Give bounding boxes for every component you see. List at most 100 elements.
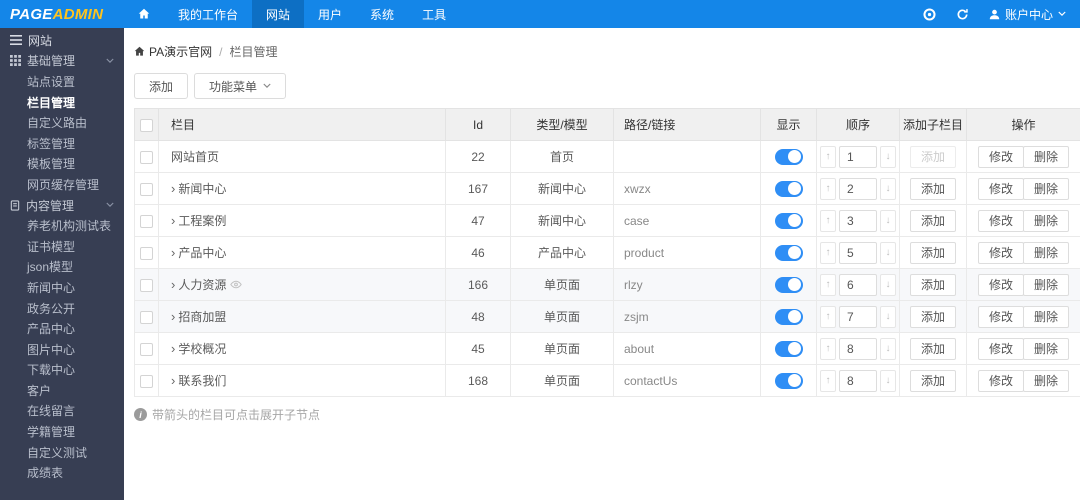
edit-button[interactable]: 修改 — [977, 209, 1024, 232]
display-toggle[interactable] — [774, 180, 803, 197]
nav-item-tools[interactable]: 工具 — [408, 0, 460, 28]
order-input[interactable] — [839, 273, 877, 296]
sidebar-item-certificate-model[interactable]: 证书模型 — [0, 236, 124, 257]
nav-item-website[interactable]: 网站 — [252, 0, 305, 28]
sidebar-item-customers[interactable]: 客户 — [0, 380, 124, 401]
add-child-button[interactable]: 添加 — [909, 177, 956, 200]
expand-arrow-icon[interactable]: › — [171, 213, 175, 228]
order-up-button[interactable]: ↑ — [820, 177, 836, 200]
order-up-button[interactable]: ↑ — [820, 369, 836, 392]
add-child-button[interactable]: 添加 — [909, 305, 956, 328]
expand-arrow-icon[interactable]: › — [171, 373, 175, 388]
nav-item-system[interactable]: 系统 — [356, 0, 408, 28]
edit-button[interactable]: 修改 — [977, 177, 1024, 200]
sidebar-item-download-center[interactable]: 下载中心 — [0, 360, 124, 381]
delete-button[interactable]: 删除 — [1023, 305, 1070, 328]
add-child-button[interactable]: 添加 — [909, 209, 956, 232]
sidebar-item-page-cache-management[interactable]: 网页缓存管理 — [0, 174, 124, 195]
app-logo[interactable]: PAGE ADMIN — [0, 0, 124, 28]
sidebar-item-product-center[interactable]: 产品中心 — [0, 318, 124, 339]
nav-item-workbench[interactable]: 我的工作台 — [164, 0, 252, 28]
order-input[interactable] — [839, 241, 877, 264]
delete-button[interactable]: 删除 — [1023, 273, 1070, 296]
sidebar-item-elderly-test-table[interactable]: 养老机构测试表 — [0, 215, 124, 236]
delete-button[interactable]: 删除 — [1023, 209, 1070, 232]
sidebar-item-template-management[interactable]: 模板管理 — [0, 154, 124, 175]
breadcrumb-site[interactable]: PA演示官网 — [149, 43, 212, 60]
add-child-button[interactable]: 添加 — [909, 369, 956, 392]
sidebar-item-online-messages[interactable]: 在线留言 — [0, 401, 124, 422]
order-up-button[interactable]: ↑ — [820, 241, 836, 264]
sidebar-item-image-center[interactable]: 图片中心 — [0, 339, 124, 360]
edit-button[interactable]: 修改 — [977, 305, 1024, 328]
sidebar-item-student-records[interactable]: 学籍管理 — [0, 421, 124, 442]
globe-icon[interactable] — [923, 7, 936, 21]
display-toggle[interactable] — [774, 212, 803, 229]
sidebar-group-basic-management[interactable]: 基础管理 — [0, 51, 124, 72]
sidebar-item-json-model[interactable]: json模型 — [0, 257, 124, 278]
add-child-button[interactable]: 添加 — [909, 241, 956, 264]
display-toggle[interactable] — [774, 244, 803, 261]
sidebar-item-tag-management[interactable]: 标签管理 — [0, 133, 124, 154]
order-down-button[interactable]: ↓ — [880, 241, 896, 264]
display-toggle[interactable] — [774, 372, 803, 389]
order-input[interactable] — [839, 369, 877, 392]
delete-button[interactable]: 删除 — [1023, 145, 1070, 168]
order-down-button[interactable]: ↓ — [880, 273, 896, 296]
order-up-button[interactable]: ↑ — [820, 145, 836, 168]
edit-button[interactable]: 修改 — [977, 337, 1024, 360]
sidebar-item-news-center[interactable]: 新闻中心 — [0, 277, 124, 298]
add-child-button[interactable]: 添加 — [909, 273, 956, 296]
display-toggle[interactable] — [774, 276, 803, 293]
row-checkbox[interactable] — [140, 150, 153, 164]
order-input[interactable] — [839, 305, 877, 328]
add-child-button[interactable]: 添加 — [909, 337, 956, 360]
delete-button[interactable]: 删除 — [1023, 177, 1070, 200]
function-menu-button[interactable]: 功能菜单 — [194, 73, 287, 99]
add-button[interactable]: 添加 — [134, 73, 189, 99]
expand-arrow-icon[interactable]: › — [171, 181, 175, 196]
expand-arrow-icon[interactable]: › — [171, 245, 175, 260]
sidebar-item-column-management[interactable]: 栏目管理 — [0, 92, 124, 113]
order-input[interactable] — [839, 145, 877, 168]
order-up-button[interactable]: ↑ — [820, 305, 836, 328]
order-input[interactable] — [839, 209, 877, 232]
order-up-button[interactable]: ↑ — [820, 337, 836, 360]
edit-button[interactable]: 修改 — [977, 241, 1024, 264]
display-toggle[interactable] — [774, 308, 803, 325]
order-up-button[interactable]: ↑ — [820, 209, 836, 232]
sidebar-item-site-settings[interactable]: 站点设置 — [0, 71, 124, 92]
row-checkbox[interactable] — [140, 374, 153, 388]
select-all-checkbox[interactable] — [140, 118, 153, 132]
nav-item-users[interactable]: 用户 — [304, 0, 356, 28]
sidebar-item-custom-routes[interactable]: 自定义路由 — [0, 112, 124, 133]
row-checkbox[interactable] — [140, 278, 153, 292]
row-checkbox[interactable] — [140, 246, 153, 260]
sidebar-group-content-management[interactable]: 内容管理 — [0, 195, 124, 216]
expand-arrow-icon[interactable]: › — [171, 277, 175, 292]
row-checkbox[interactable] — [140, 182, 153, 196]
refresh-icon[interactable] — [956, 8, 969, 21]
order-input[interactable] — [839, 337, 877, 360]
sidebar-item-gov-affairs[interactable]: 政务公开 — [0, 298, 124, 319]
sidebar-item-grades-table[interactable]: 成绩表 — [0, 462, 124, 483]
home-icon[interactable] — [124, 0, 164, 28]
sidebar-item-custom-test[interactable]: 自定义测试 — [0, 442, 124, 463]
order-down-button[interactable]: ↓ — [880, 337, 896, 360]
account-menu[interactable]: 账户中心 — [989, 6, 1066, 23]
row-checkbox[interactable] — [140, 214, 153, 228]
order-down-button[interactable]: ↓ — [880, 145, 896, 168]
expand-arrow-icon[interactable]: › — [171, 309, 175, 324]
delete-button[interactable]: 删除 — [1023, 241, 1070, 264]
order-down-button[interactable]: ↓ — [880, 305, 896, 328]
order-down-button[interactable]: ↓ — [880, 209, 896, 232]
edit-button[interactable]: 修改 — [977, 273, 1024, 296]
order-down-button[interactable]: ↓ — [880, 369, 896, 392]
edit-button[interactable]: 修改 — [977, 369, 1024, 392]
delete-button[interactable]: 删除 — [1023, 337, 1070, 360]
display-toggle[interactable] — [774, 340, 803, 357]
order-input[interactable] — [839, 177, 877, 200]
order-up-button[interactable]: ↑ — [820, 273, 836, 296]
sidebar-title[interactable]: 网站 — [0, 30, 124, 51]
expand-arrow-icon[interactable]: › — [171, 341, 175, 356]
